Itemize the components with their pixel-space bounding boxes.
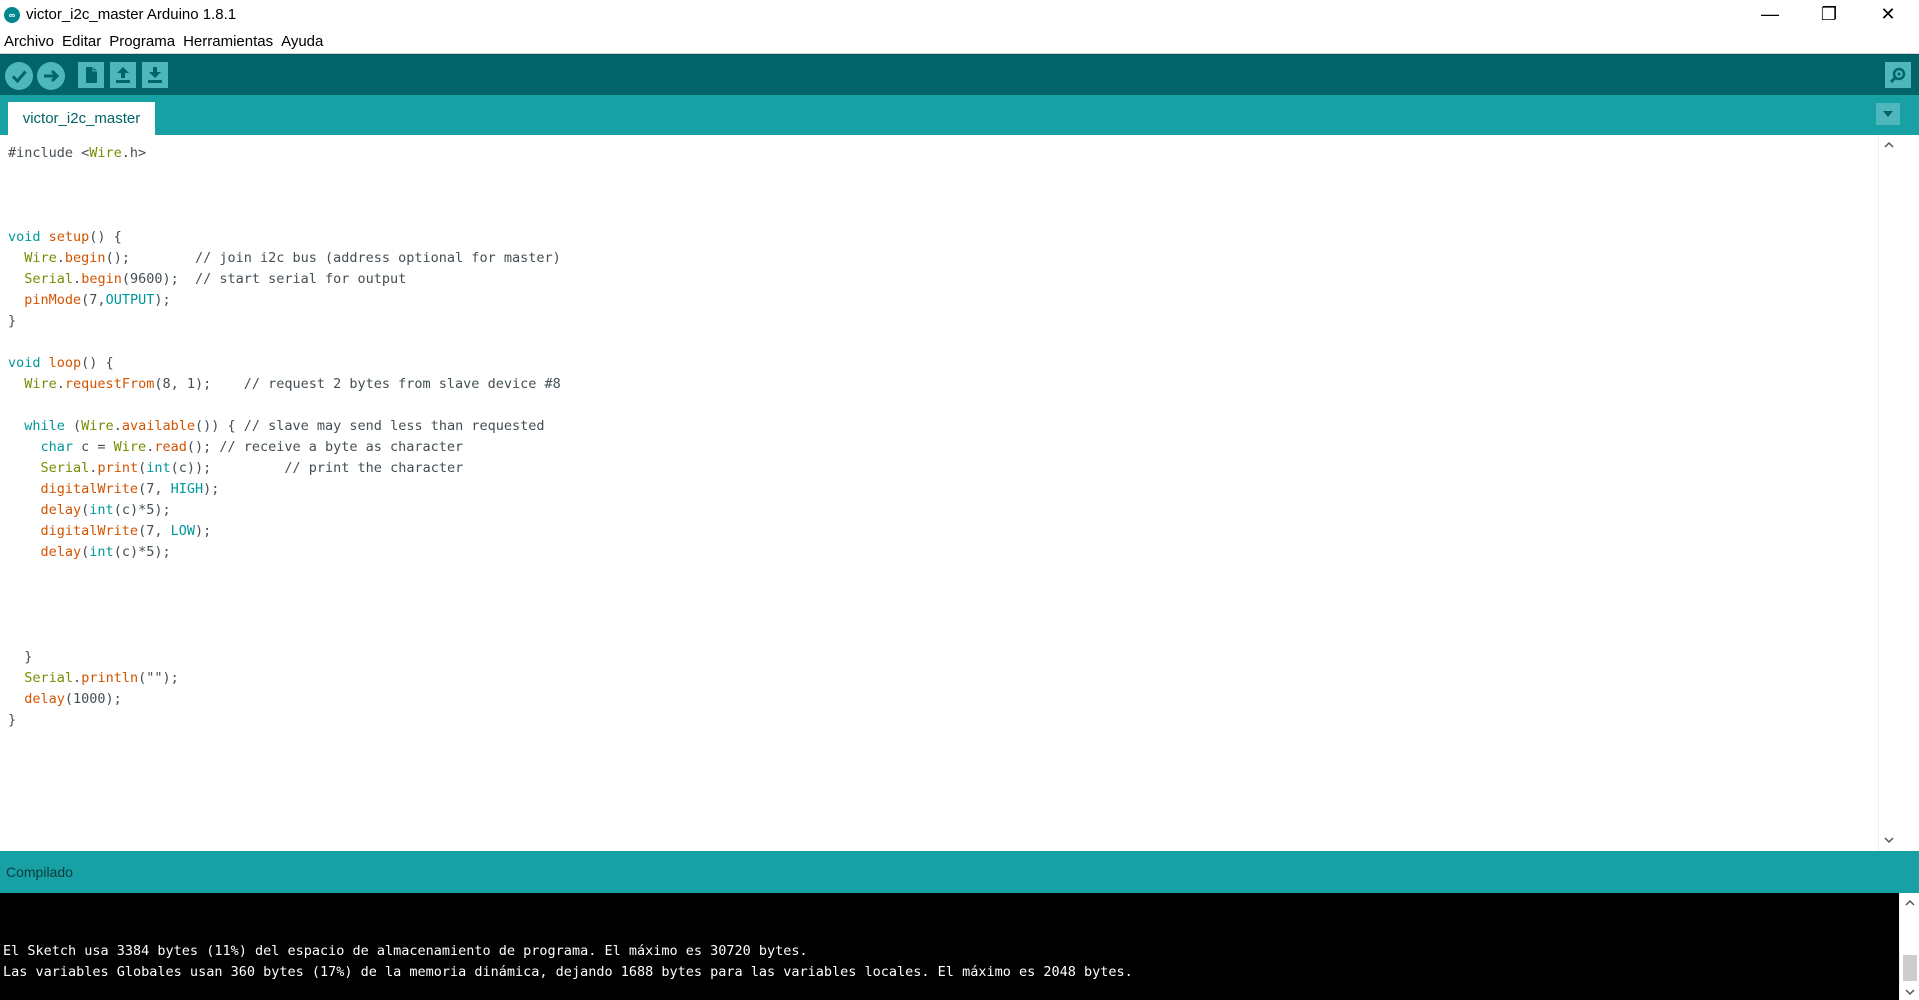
code-line[interactable]: void loop() { [8, 355, 114, 371]
serial-monitor-icon [1889, 67, 1906, 84]
code-line[interactable]: Wire.begin(); // join i2c bus (address o… [8, 250, 560, 266]
tab-victor-i2c-master[interactable]: victor_i2c_master [8, 102, 155, 135]
minimize-button[interactable]: — [1742, 0, 1798, 30]
console-line: Las variables Globales usan 360 bytes (1… [3, 964, 1133, 980]
code-line[interactable]: } [8, 649, 32, 665]
code-line[interactable]: Serial.print(int(c)); // print the chara… [8, 460, 464, 476]
console-output[interactable]: El Sketch usa 3384 bytes (11%) del espac… [0, 893, 1899, 1000]
open-icon [116, 67, 130, 83]
code-line[interactable]: #include <Wire.h> [8, 145, 146, 161]
code-line[interactable]: Serial.println(""); [8, 670, 178, 686]
tab-menu-button[interactable] [1876, 103, 1900, 125]
scroll-up-icon[interactable] [1900, 895, 1919, 911]
code-line[interactable]: } [8, 313, 16, 329]
menu-bar: Archivo Editar Programa Herramientas Ayuda [0, 30, 1919, 54]
title-bar: ∞ victor_i2c_master Arduino 1.8.1 — ❐ ✕ [0, 0, 1919, 30]
code-line[interactable]: digitalWrite(7, LOW); [8, 523, 212, 539]
code-line[interactable]: digitalWrite(7, HIGH); [8, 481, 220, 497]
code-line[interactable]: void setup() { [8, 229, 122, 245]
code-line[interactable]: Serial.begin(9600); // start serial for … [8, 271, 406, 287]
editor-scrollbar[interactable] [1878, 135, 1899, 850]
tab-bar: victor_i2c_master [0, 95, 1919, 135]
status-bar: Compilado [0, 851, 1919, 893]
save-icon [148, 67, 162, 83]
verify-icon [11, 70, 27, 84]
upload-icon [44, 69, 60, 83]
code-line[interactable]: delay(1000); [8, 691, 122, 707]
serial-monitor-button[interactable] [1885, 62, 1911, 88]
scroll-up-icon[interactable] [1879, 137, 1899, 153]
code-line[interactable]: while (Wire.available()) { // slave may … [8, 418, 544, 434]
close-button[interactable]: ✕ [1860, 0, 1916, 30]
code-line[interactable]: } [8, 712, 16, 728]
upload-button[interactable] [37, 62, 65, 90]
code-line[interactable]: Wire.requestFrom(8, 1); // request 2 byt… [8, 376, 560, 392]
new-icon [86, 67, 97, 83]
code-line[interactable]: delay(int(c)*5); [8, 502, 171, 518]
code-text[interactable]: #include <Wire.h> void setup() { Wire.be… [8, 143, 561, 731]
menu-programa[interactable]: Programa [105, 30, 179, 51]
status-text: Compilado [6, 864, 73, 880]
menu-archivo[interactable]: Archivo [0, 30, 58, 51]
code-line[interactable]: char c = Wire.read(); // receive a byte … [8, 439, 464, 455]
scroll-down-icon[interactable] [1900, 984, 1919, 1000]
menu-ayuda[interactable]: Ayuda [277, 30, 327, 51]
window-title: victor_i2c_master Arduino 1.8.1 [26, 6, 237, 23]
open-button[interactable] [110, 62, 136, 88]
scroll-thumb[interactable] [1903, 955, 1917, 981]
menu-herramientas[interactable]: Herramientas [179, 30, 277, 51]
code-line[interactable]: pinMode(7,OUTPUT); [8, 292, 170, 308]
toolbar [0, 54, 1919, 96]
code-editor[interactable]: #include <Wire.h> void setup() { Wire.be… [0, 135, 1899, 850]
menu-editar[interactable]: Editar [58, 30, 105, 51]
new-button[interactable] [78, 62, 104, 88]
console-line: El Sketch usa 3384 bytes (11%) del espac… [3, 943, 808, 959]
save-button[interactable] [142, 62, 168, 88]
chevron-down-icon [1883, 111, 1893, 117]
arduino-logo-icon: ∞ [4, 7, 20, 23]
code-line[interactable]: delay(int(c)*5); [8, 544, 171, 560]
scroll-down-icon[interactable] [1879, 832, 1899, 848]
console-scrollbar[interactable] [1899, 893, 1919, 1000]
verify-button[interactable] [5, 62, 33, 90]
maximize-button[interactable]: ❐ [1801, 0, 1857, 30]
